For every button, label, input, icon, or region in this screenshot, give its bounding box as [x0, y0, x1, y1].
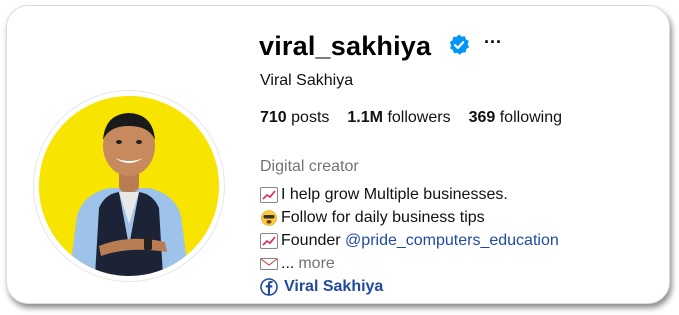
bio-line-1: I help grow Multiple businesses.	[260, 183, 559, 206]
posts-stat: 710 posts	[260, 109, 329, 127]
chart-increasing-emoji-icon	[260, 232, 278, 249]
bio-line-3-prefix: Founder	[281, 232, 341, 249]
bio-line-1-text: I help grow Multiple businesses.	[281, 186, 508, 203]
bio-ellipsis: ...	[281, 255, 295, 272]
mention-link[interactable]: @pride_computers_education	[345, 229, 559, 252]
posts-count: 710	[260, 109, 287, 126]
bio-line-2: Follow for daily business tips	[260, 206, 559, 229]
following-stat[interactable]: 369 following	[469, 109, 562, 127]
profile-card: viral_sakhiya ··· Viral Sakhiya 710 post…	[6, 5, 670, 304]
chart-increasing-emoji-icon	[260, 186, 278, 203]
avatar-ring[interactable]	[33, 90, 225, 282]
bio: I help grow Multiple businesses. Follow …	[260, 183, 559, 275]
facebook-icon	[260, 278, 278, 296]
facebook-link[interactable]: Viral Sakhiya	[260, 278, 383, 296]
profile-category: Digital creator	[260, 158, 359, 175]
more-options-icon[interactable]: ···	[481, 32, 505, 58]
bio-more-link[interactable]: more	[298, 252, 334, 275]
posts-label: posts	[291, 109, 330, 126]
followers-label: followers	[387, 109, 451, 126]
avatar-photo	[39, 96, 219, 276]
face-emoji-icon	[261, 209, 277, 226]
bio-line-2-text: Follow for daily business tips	[281, 209, 485, 226]
facebook-link-label: Viral Sakhiya	[284, 278, 384, 295]
bio-line-4: ... more	[260, 252, 559, 275]
followers-stat[interactable]: 1.1M followers	[347, 109, 450, 127]
profile-stats: 710 posts 1.1M followers 369 following	[260, 109, 580, 127]
verified-badge-icon	[449, 34, 469, 55]
following-count: 369	[468, 109, 496, 126]
avatar[interactable]	[39, 96, 219, 276]
following-label: following	[499, 109, 562, 126]
followers-count: 1.1M	[347, 109, 383, 126]
bio-line-3: Founder @pride_computers_education	[260, 229, 559, 252]
full-name: Viral Sakhiya	[260, 72, 354, 89]
envelope-emoji-icon	[260, 257, 278, 270]
username: viral_sakhiya	[259, 31, 432, 61]
